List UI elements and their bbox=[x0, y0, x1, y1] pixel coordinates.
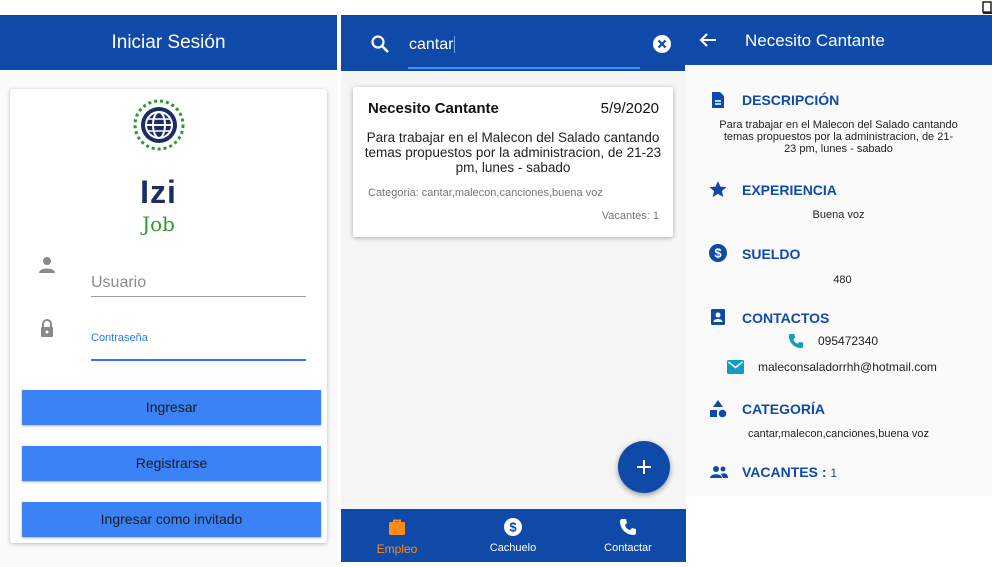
password-label: Contraseña bbox=[91, 332, 148, 344]
login-screen: Iniciar Sesión Izi Job Usuario Contraseñ… bbox=[0, 15, 337, 567]
username-underline bbox=[91, 296, 306, 297]
guest-login-button[interactable]: Ingresar como invitado bbox=[22, 502, 321, 537]
people-icon bbox=[710, 466, 728, 478]
phone-icon bbox=[620, 519, 636, 535]
vacancies-label: VACANTES : bbox=[742, 464, 831, 480]
job-date: 5/9/2020 bbox=[600, 100, 659, 117]
salary-text: 480 bbox=[833, 274, 852, 286]
lock-icon bbox=[41, 319, 53, 337]
salary-heading: SUELDO bbox=[742, 246, 801, 262]
experience-text: Buena voz bbox=[812, 209, 865, 221]
job-vacancies: Vacantes: 1 bbox=[601, 210, 659, 222]
page-title: Necesito Cantante bbox=[745, 31, 885, 50]
search-query: cantar bbox=[409, 36, 454, 53]
person-icon bbox=[39, 257, 55, 273]
contact-phone[interactable]: 095472340 bbox=[818, 334, 878, 348]
briefcase-icon bbox=[389, 519, 405, 535]
category-icon bbox=[710, 400, 727, 418]
vacancies-count: 1 bbox=[830, 466, 838, 480]
nav-item-cachuelo[interactable]: $ Cachuelo bbox=[463, 509, 563, 562]
detail-screen: Necesito Cantante DESCRIPCIÓN Para traba… bbox=[685, 15, 992, 496]
nav-label-contactar: Contactar bbox=[604, 542, 652, 554]
phone-icon bbox=[788, 333, 804, 349]
clear-icon[interactable] bbox=[653, 35, 671, 53]
add-icon bbox=[637, 460, 651, 474]
description-heading: DESCRIPCIÓN bbox=[742, 92, 840, 108]
star-icon bbox=[709, 181, 727, 197]
contacts-heading: CONTACTOS bbox=[742, 310, 830, 326]
job-category: Categoria: cantar,malecon,canciones,buen… bbox=[368, 187, 603, 199]
category-text: cantar,malecon,canciones,buena voz bbox=[747, 428, 929, 440]
globe-icon bbox=[133, 99, 185, 151]
back-arrow-icon[interactable] bbox=[699, 31, 717, 49]
bottom-nav: Empleo $ Cachuelo Contactar bbox=[341, 509, 686, 562]
dollar-icon: $ bbox=[709, 244, 727, 262]
nav-label-empleo: Empleo bbox=[376, 542, 418, 556]
app-bar: Necesito Cantante bbox=[685, 15, 992, 65]
username-field[interactable]: Usuario bbox=[91, 274, 146, 292]
page-title: Iniciar Sesión bbox=[111, 32, 226, 53]
register-button[interactable]: Registrarse bbox=[22, 446, 321, 481]
logo-job: Job bbox=[142, 212, 175, 236]
search-icon[interactable] bbox=[371, 35, 389, 53]
app-bar: Iniciar Sesión bbox=[0, 15, 337, 70]
vacancies-heading: VACANTES : 1 bbox=[742, 464, 837, 480]
document-icon bbox=[712, 92, 724, 108]
job-title: Necesito Cantante bbox=[368, 100, 499, 117]
svg-text:$: $ bbox=[509, 520, 517, 535]
search-screen: cantar Necesito Cantante 5/9/2020 Para t… bbox=[341, 15, 686, 562]
nav-item-empleo[interactable]: Empleo bbox=[347, 509, 447, 562]
text-cursor bbox=[454, 36, 456, 54]
contact-email[interactable]: maleconsaladorrhh@hotmail.com bbox=[758, 360, 937, 374]
nav-item-contactar[interactable]: Contactar bbox=[578, 509, 678, 562]
mail-icon bbox=[727, 360, 744, 374]
add-button[interactable] bbox=[618, 441, 670, 493]
experience-heading: EXPERIENCIA bbox=[742, 182, 837, 198]
search-bar: cantar bbox=[341, 15, 686, 71]
search-input[interactable]: cantar bbox=[409, 36, 456, 54]
search-underline bbox=[408, 67, 640, 69]
login-button[interactable]: Ingresar bbox=[22, 390, 321, 425]
dollar-icon: $ bbox=[504, 518, 522, 536]
job-result-card[interactable]: Necesito Cantante 5/9/2020 Para trabajar… bbox=[353, 87, 673, 237]
job-description: Para trabajar en el Malecon del Salado c… bbox=[364, 130, 662, 175]
corner-icon bbox=[982, 1, 992, 14]
description-text: Para trabajar en el Malecon del Salado c… bbox=[719, 119, 958, 155]
category-heading: CATEGORÍA bbox=[742, 401, 825, 417]
password-field[interactable] bbox=[91, 359, 306, 361]
svg-text:$: $ bbox=[714, 246, 722, 261]
contacts-icon bbox=[711, 309, 725, 325]
logo-izi: Izi bbox=[140, 174, 177, 210]
nav-label-cachuelo: Cachuelo bbox=[489, 542, 537, 554]
